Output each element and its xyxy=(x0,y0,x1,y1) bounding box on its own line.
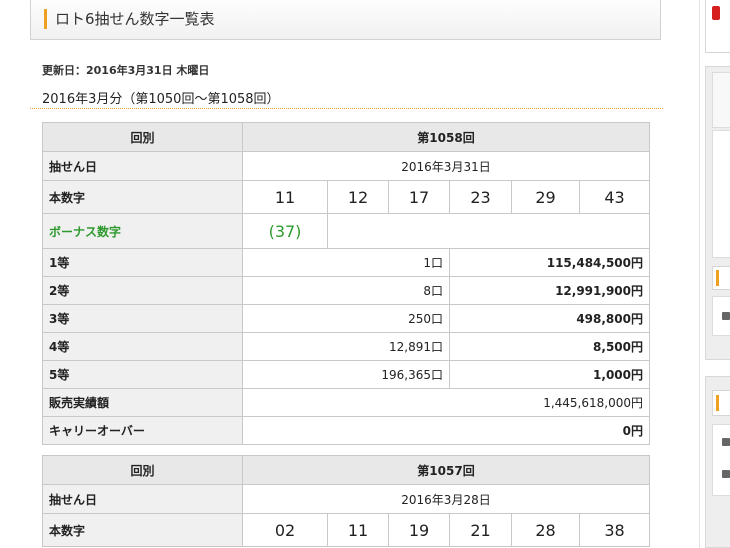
draw-date-row: 抽せん日 2016年3月31日 xyxy=(42,151,650,181)
main-number: 02 xyxy=(242,513,328,547)
main-numbers-row: 本数字 02 11 19 21 28 38 xyxy=(42,513,650,547)
sales-value: 1,445,618,000円 xyxy=(242,388,650,417)
draw-date-label: 抽せん日 xyxy=(42,151,243,181)
bonus-empty xyxy=(327,213,650,249)
prize-label: 4等 xyxy=(42,332,243,361)
prize-label: 2等 xyxy=(42,276,243,305)
sidebar-heading-accent xyxy=(716,270,719,286)
prize-amount: 498,800円 xyxy=(449,304,650,333)
bonus-row: ボーナス数字 (37) xyxy=(42,213,650,249)
prize-amount: 12,991,900円 xyxy=(449,276,650,305)
sidebar-panel-body xyxy=(712,130,730,258)
bullet-icon xyxy=(722,470,730,478)
round-value: 第1058回 xyxy=(242,122,650,152)
prize-winners: 12,891口 xyxy=(242,332,450,361)
prize-label: 1等 xyxy=(42,248,243,277)
main-numbers-label: 本数字 xyxy=(42,180,243,214)
round-row: 回別 第1058回 xyxy=(42,122,650,152)
bonus-number: (37) xyxy=(242,213,328,249)
draw-table-1057: 回別 第1057回 抽せん日 2016年3月28日 本数字 02 11 19 2… xyxy=(42,455,650,547)
main-number: 11 xyxy=(327,513,389,547)
carryover-row: キャリーオーバー 0円 xyxy=(42,416,650,445)
sidebar-heading-accent xyxy=(716,395,719,411)
sidebar-section-heading xyxy=(712,390,730,416)
prize-amount: 1,000円 xyxy=(449,360,650,389)
round-row: 回別 第1057回 xyxy=(42,455,650,485)
carryover-label: キャリーオーバー xyxy=(42,416,243,445)
period-heading: 2016年3月分（第1050回〜第1058回） xyxy=(42,92,280,107)
draw-date-value: 2016年3月31日 xyxy=(242,151,650,181)
title-accent-bar xyxy=(44,9,47,29)
main-number: 38 xyxy=(579,513,650,547)
sidebar-divider xyxy=(699,0,700,548)
prize-winners: 196,365口 xyxy=(242,360,450,389)
round-value: 第1057回 xyxy=(242,455,650,485)
round-label: 回別 xyxy=(42,122,243,152)
draw-table-1058: 回別 第1058回 抽せん日 2016年3月31日 本数字 11 12 17 2… xyxy=(42,122,650,445)
sidebar-red-marker xyxy=(712,6,720,20)
main-number: 21 xyxy=(449,513,512,547)
prize-winners: 1口 xyxy=(242,248,450,277)
page-title: ロト6抽せん数字一覧表 xyxy=(55,10,215,28)
main-number: 28 xyxy=(511,513,580,547)
draw-date-row: 抽せん日 2016年3月28日 xyxy=(42,484,650,514)
prize-amount: 8,500円 xyxy=(449,332,650,361)
sidebar-link-item[interactable] xyxy=(712,424,730,496)
sidebar-section-heading xyxy=(712,266,730,290)
prize-row: 5等 196,365口 1,000円 xyxy=(42,360,650,389)
page-title-box: ロト6抽せん数字一覧表 xyxy=(30,0,661,40)
main-number: 12 xyxy=(327,180,389,214)
carryover-value: 0円 xyxy=(242,416,650,445)
prize-row: 4等 12,891口 8,500円 xyxy=(42,332,650,361)
prize-row: 2等 8口 12,991,900円 xyxy=(42,276,650,305)
prize-winners: 250口 xyxy=(242,304,450,333)
main-numbers-row: 本数字 11 12 17 23 29 43 xyxy=(42,180,650,214)
main-number: 29 xyxy=(511,180,580,214)
bonus-label: ボーナス数字 xyxy=(42,213,243,249)
prize-label: 5等 xyxy=(42,360,243,389)
sidebar-panel-header xyxy=(712,72,730,128)
prize-label: 3等 xyxy=(42,304,243,333)
main-numbers-label: 本数字 xyxy=(42,513,243,547)
prize-winners: 8口 xyxy=(242,276,450,305)
prize-row: 1等 1口 115,484,500円 xyxy=(42,248,650,277)
prize-row: 3等 250口 498,800円 xyxy=(42,304,650,333)
draw-date-label: 抽せん日 xyxy=(42,484,243,514)
updated-date: 更新日：2016年3月31日 木曜日 xyxy=(42,64,210,77)
draw-date-value: 2016年3月28日 xyxy=(242,484,650,514)
main-number: 19 xyxy=(388,513,450,547)
main-number: 11 xyxy=(242,180,328,214)
main-number: 23 xyxy=(449,180,512,214)
round-label: 回別 xyxy=(42,455,243,485)
bullet-icon xyxy=(722,312,730,320)
sales-label: 販売実績額 xyxy=(42,388,243,417)
prize-amount: 115,484,500円 xyxy=(449,248,650,277)
main-number: 43 xyxy=(579,180,650,214)
period-divider xyxy=(30,108,663,109)
bullet-icon xyxy=(722,438,730,446)
sales-row: 販売実績額 1,445,618,000円 xyxy=(42,388,650,417)
main-number: 17 xyxy=(388,180,450,214)
